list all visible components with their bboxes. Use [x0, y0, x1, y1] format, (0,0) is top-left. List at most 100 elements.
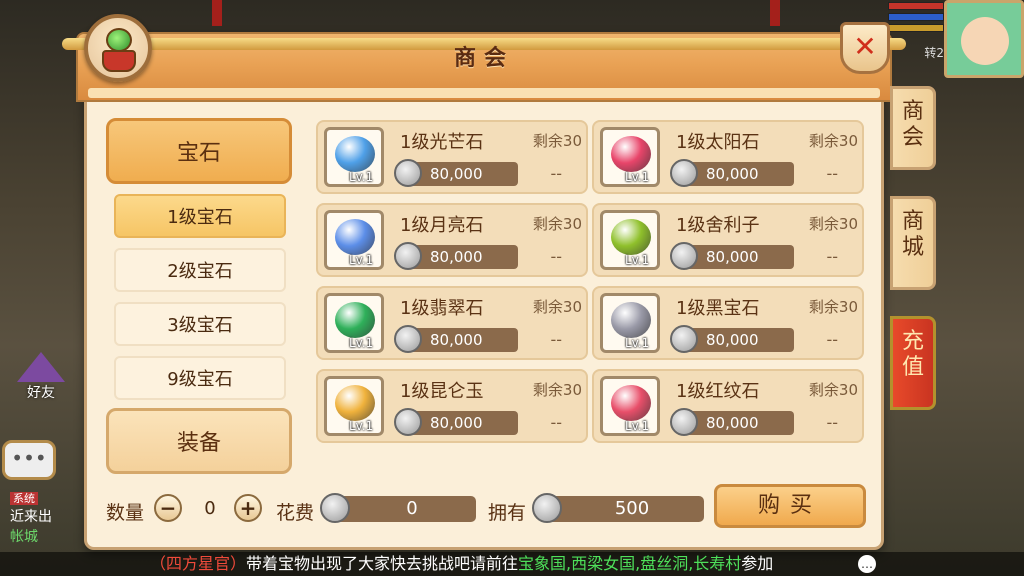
subcategory-level9-gems[interactable]: 9级宝石: [114, 356, 286, 400]
shop-item-card[interactable]: Lv.1 1级翡翠石 剩余30 80,000 --: [316, 286, 588, 360]
item-remaining: 剩余30: [808, 298, 858, 316]
subcategory-label: 2级宝石: [167, 261, 233, 282]
shop-emblem-icon: [84, 14, 152, 82]
owned-value-bar: 500: [532, 493, 704, 523]
silver-coin-icon: [320, 493, 350, 523]
item-name: 1级红纹石: [676, 381, 760, 402]
cost-value-bar: 0: [320, 493, 476, 523]
item-icon-box: Lv.1: [600, 376, 660, 436]
subcategory-level1-gems[interactable]: 1级宝石: [114, 194, 286, 238]
broadcast-ticker: （四方星官）带着宝物出现了大家快去挑战吧请前往宝象国,西梁女国,盘丝洞,长寿村参…: [0, 552, 1024, 576]
category-label: 宝石: [176, 141, 221, 166]
buy-button[interactable]: 购买: [714, 484, 866, 528]
item-name: 1级月亮石: [400, 215, 484, 236]
subcategory-label: 1级宝石: [167, 207, 233, 228]
tab-mall[interactable]: 商 城: [890, 196, 936, 290]
increase-button[interactable]: +: [234, 494, 262, 522]
item-price: 80,000: [706, 165, 759, 183]
item-icon-box: Lv.1: [324, 293, 384, 353]
item-remaining: 剩余30: [808, 132, 858, 150]
status-bars: [888, 2, 944, 35]
item-level: Lv.1: [625, 336, 650, 350]
subcategory-label: 3级宝石: [167, 315, 233, 336]
item-name: 1级昆仑玉: [400, 381, 484, 402]
item-price-bar: 80,000: [670, 159, 794, 187]
chat-button[interactable]: •••: [2, 440, 56, 480]
item-remaining: 剩余30: [808, 381, 858, 399]
gem-icon: [335, 136, 375, 172]
item-extra: --: [550, 164, 562, 183]
gem-icon: [611, 136, 651, 172]
tab-recharge[interactable]: 充 值: [890, 316, 936, 410]
panel-title: 商会: [453, 46, 514, 71]
silver-coin-icon: [394, 242, 422, 270]
owned-value: 500: [614, 498, 650, 519]
item-icon-box: Lv.1: [600, 210, 660, 270]
item-extra: --: [826, 330, 838, 349]
friend-button[interactable]: 好友: [8, 352, 74, 412]
friend-icon: [17, 352, 65, 382]
shop-item-card[interactable]: Lv.1 1级月亮石 剩余30 80,000 --: [316, 203, 588, 277]
item-remaining: 剩余30: [808, 215, 858, 233]
subcategory-level3-gems[interactable]: 3级宝石: [114, 302, 286, 346]
item-level: Lv.1: [349, 170, 374, 184]
shop-item-card[interactable]: Lv.1 1级昆仑玉 剩余30 80,000 --: [316, 369, 588, 443]
gem-icon: [335, 385, 375, 421]
category-equipment[interactable]: 装备: [106, 408, 292, 474]
item-price: 80,000: [430, 414, 483, 432]
item-remaining: 剩余30: [532, 215, 582, 233]
item-price-bar: 80,000: [394, 325, 518, 353]
silver-coin-icon: [394, 408, 422, 436]
shop-item-card[interactable]: Lv.1 1级黑宝石 剩余30 80,000 --: [592, 286, 864, 360]
cost-label: 花费: [276, 502, 315, 524]
chat-bubble-icon: •••: [11, 446, 47, 470]
item-extra: --: [826, 164, 838, 183]
item-name: 1级舍利子: [676, 215, 760, 236]
ticker-suffix: 参加: [741, 554, 774, 573]
item-level: Lv.1: [625, 253, 650, 267]
chat-preview: 系统 近来出 帐城: [10, 490, 88, 546]
shop-item-card[interactable]: Lv.1 1级光芒石 剩余30 80,000 --: [316, 120, 588, 194]
shop-item-card[interactable]: Lv.1 1级舍利子 剩余30 80,000 --: [592, 203, 864, 277]
item-level: Lv.1: [349, 419, 374, 433]
category-gems[interactable]: 宝石: [106, 118, 292, 184]
ticker-places: 宝象国,西梁女国,盘丝洞,长寿村: [518, 554, 742, 573]
tab-label: 商 城: [901, 209, 924, 260]
friend-label: 好友: [27, 385, 55, 401]
item-remaining: 剩余30: [532, 132, 582, 150]
gem-icon: [335, 219, 375, 255]
gem-icon: [611, 219, 651, 255]
shop-item-card[interactable]: Lv.1 1级太阳石 剩余30 80,000 --: [592, 120, 864, 194]
item-price: 80,000: [430, 165, 483, 183]
bg-pillar: [770, 0, 780, 26]
item-remaining: 剩余30: [532, 298, 582, 316]
silver-coin-icon: [394, 159, 422, 187]
item-extra: --: [826, 247, 838, 266]
item-price-bar: 80,000: [670, 242, 794, 270]
item-price: 80,000: [706, 331, 759, 349]
subcategory-label: 9级宝石: [167, 369, 233, 390]
gem-icon: [611, 302, 651, 338]
quantity-input[interactable]: 0: [178, 494, 242, 524]
chat-icon[interactable]: …: [858, 555, 876, 573]
tab-commerce[interactable]: 商 会: [890, 86, 936, 170]
item-price-bar: 80,000: [394, 242, 518, 270]
player-avatar[interactable]: [944, 0, 1024, 78]
close-button[interactable]: ✕: [840, 22, 890, 74]
silver-coin-icon: [670, 408, 698, 436]
gem-icon: [611, 385, 651, 421]
tab-label: 充 值: [901, 329, 924, 380]
subcategory-level2-gems[interactable]: 2级宝石: [114, 248, 286, 292]
gem-icon: [335, 302, 375, 338]
close-icon: ✕: [853, 30, 877, 63]
item-icon-box: Lv.1: [324, 210, 384, 270]
item-price: 80,000: [430, 331, 483, 349]
item-extra: --: [550, 330, 562, 349]
category-label: 装备: [176, 431, 221, 456]
item-remaining: 剩余30: [532, 381, 582, 399]
shop-item-card[interactable]: Lv.1 1级红纹石 剩余30 80,000 --: [592, 369, 864, 443]
cost-value: 0: [406, 498, 418, 519]
item-name: 1级黑宝石: [676, 298, 760, 319]
silver-coin-icon: [670, 242, 698, 270]
item-name: 1级翡翠石: [400, 298, 484, 319]
